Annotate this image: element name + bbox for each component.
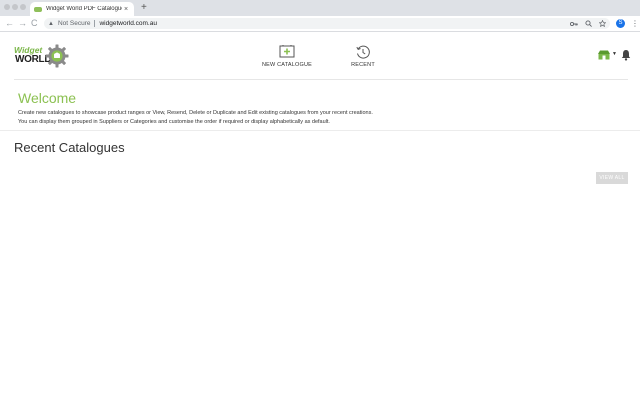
- nav-new-catalogue[interactable]: NEW CATALOGUE: [257, 45, 317, 68]
- nav-new-catalogue-label: NEW CATALOGUE: [261, 62, 313, 68]
- welcome-text-line-2: You can display them grouped in Supplier…: [18, 119, 330, 125]
- reload-button[interactable]: C: [31, 17, 38, 30]
- window-minimize-control[interactable]: [12, 4, 18, 10]
- star-icon[interactable]: [599, 20, 606, 27]
- profile-avatar[interactable]: S: [616, 19, 625, 28]
- browser-menu-icon[interactable]: ⋮: [631, 17, 639, 30]
- new-tab-button[interactable]: +: [141, 1, 147, 15]
- welcome-text-line-1: Create new catalogues to showcase produc…: [18, 110, 373, 116]
- browser-tabstrip: Widget World PDF Catalogue × +: [0, 0, 640, 16]
- window-zoom-control[interactable]: [20, 4, 26, 10]
- store-icon[interactable]: [598, 50, 610, 60]
- nav-recent[interactable]: RECENT: [333, 45, 393, 68]
- view-all-button[interactable]: VIEW ALL: [596, 172, 628, 184]
- back-button[interactable]: ←: [5, 17, 14, 30]
- window-close-control[interactable]: [4, 4, 10, 10]
- browser-toolbar: ← → C ▲ Not Secure widgetworld.com.au S …: [0, 16, 640, 32]
- gear-icon: [45, 44, 69, 68]
- security-status[interactable]: Not Secure: [58, 20, 91, 27]
- widget-world-logo[interactable]: Widget WORLD: [12, 44, 69, 70]
- favicon-icon: [34, 6, 42, 12]
- bell-icon[interactable]: [621, 49, 631, 61]
- section-divider: [0, 130, 640, 131]
- forward-button[interactable]: →: [18, 17, 27, 30]
- browser-tab[interactable]: Widget World PDF Catalogue ×: [30, 2, 134, 16]
- address-divider: [94, 20, 96, 27]
- welcome-heading: Welcome: [18, 90, 77, 106]
- warning-icon[interactable]: ▲: [48, 21, 54, 27]
- key-icon[interactable]: [570, 21, 578, 27]
- store-dropdown-caret-icon[interactable]: ▼: [612, 51, 617, 57]
- nav-recent-label: RECENT: [351, 62, 375, 68]
- tab-title: Widget World PDF Catalogue: [46, 6, 122, 12]
- new-catalogue-icon: [279, 45, 295, 58]
- address-bar-actions: [570, 18, 606, 29]
- url-text[interactable]: widgetworld.com.au: [99, 20, 156, 27]
- address-bar[interactable]: ▲ Not Secure widgetworld.com.au: [44, 18, 610, 29]
- header-divider: [14, 79, 628, 80]
- tab-close-icon[interactable]: ×: [122, 6, 130, 13]
- zoom-icon[interactable]: [585, 20, 592, 27]
- recent-catalogues-heading: Recent Catalogues: [14, 140, 125, 155]
- history-clock-icon: [356, 45, 370, 59]
